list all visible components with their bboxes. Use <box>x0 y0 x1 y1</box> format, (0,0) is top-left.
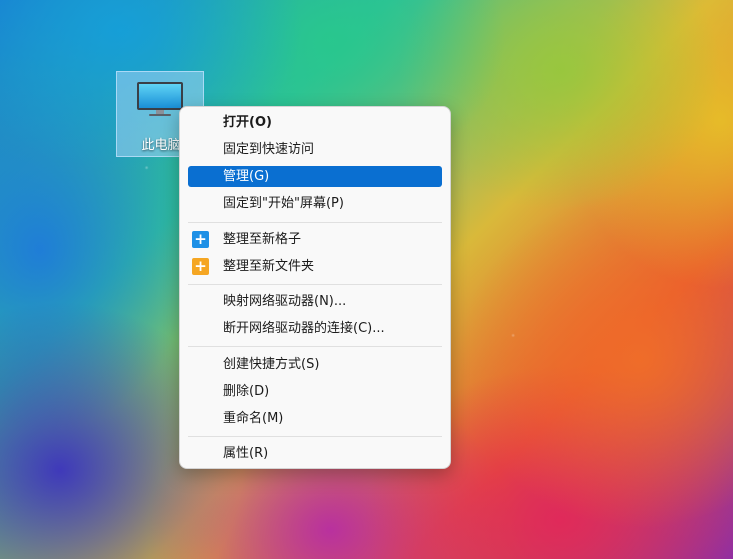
plus-icon: + <box>192 231 209 248</box>
menu-item-label: 属性(R) <box>223 446 269 461</box>
menu-item-label: 断开网络驱动器的连接(C)... <box>223 321 385 336</box>
menu-item-label: 映射网络驱动器(N)... <box>223 294 347 309</box>
menu-item-manage[interactable]: 管理(G) <box>188 166 442 187</box>
menu-item-properties[interactable]: 属性(R) <box>188 443 442 464</box>
menu-item-new-folder[interactable]: + 整理至新文件夹 <box>188 256 442 277</box>
menu-item-disconnect-network-drive[interactable]: 断开网络驱动器的连接(C)... <box>188 318 442 339</box>
menu-item-label: 固定到"开始"屏幕(P) <box>223 196 344 211</box>
menu-item-label: 创建快捷方式(S) <box>223 357 320 372</box>
context-menu: 打开(O) 固定到快速访问 管理(G) 固定到"开始"屏幕(P) + 整理至新格… <box>179 106 451 469</box>
menu-item-label: 重命名(M) <box>223 411 284 426</box>
menu-item-open[interactable]: 打开(O) <box>188 112 442 133</box>
menu-item-pin-start[interactable]: 固定到"开始"屏幕(P) <box>188 193 442 214</box>
menu-separator <box>188 346 442 347</box>
menu-item-label: 整理至新格子 <box>223 232 302 247</box>
monitor-icon <box>137 82 183 116</box>
menu-item-label: 删除(D) <box>223 384 270 399</box>
menu-item-label: 固定到快速访问 <box>223 142 315 157</box>
menu-separator <box>188 222 442 223</box>
menu-item-label: 管理(G) <box>223 169 270 184</box>
menu-separator <box>188 284 442 285</box>
menu-item-create-shortcut[interactable]: 创建快捷方式(S) <box>188 354 442 375</box>
menu-item-map-network-drive[interactable]: 映射网络驱动器(N)... <box>188 291 442 312</box>
desktop[interactable]: 此电脑 打开(O) 固定到快速访问 管理(G) 固定到"开始"屏幕(P) + 整… <box>0 0 733 559</box>
menu-item-pin-quick-access[interactable]: 固定到快速访问 <box>188 139 442 160</box>
menu-separator <box>188 436 442 437</box>
plus-icon: + <box>192 258 209 275</box>
menu-item-label: 打开(O) <box>223 115 272 130</box>
menu-item-delete[interactable]: 删除(D) <box>188 381 442 402</box>
menu-item-new-grid[interactable]: + 整理至新格子 <box>188 229 442 250</box>
menu-item-label: 整理至新文件夹 <box>223 259 315 274</box>
menu-item-rename[interactable]: 重命名(M) <box>188 408 442 429</box>
